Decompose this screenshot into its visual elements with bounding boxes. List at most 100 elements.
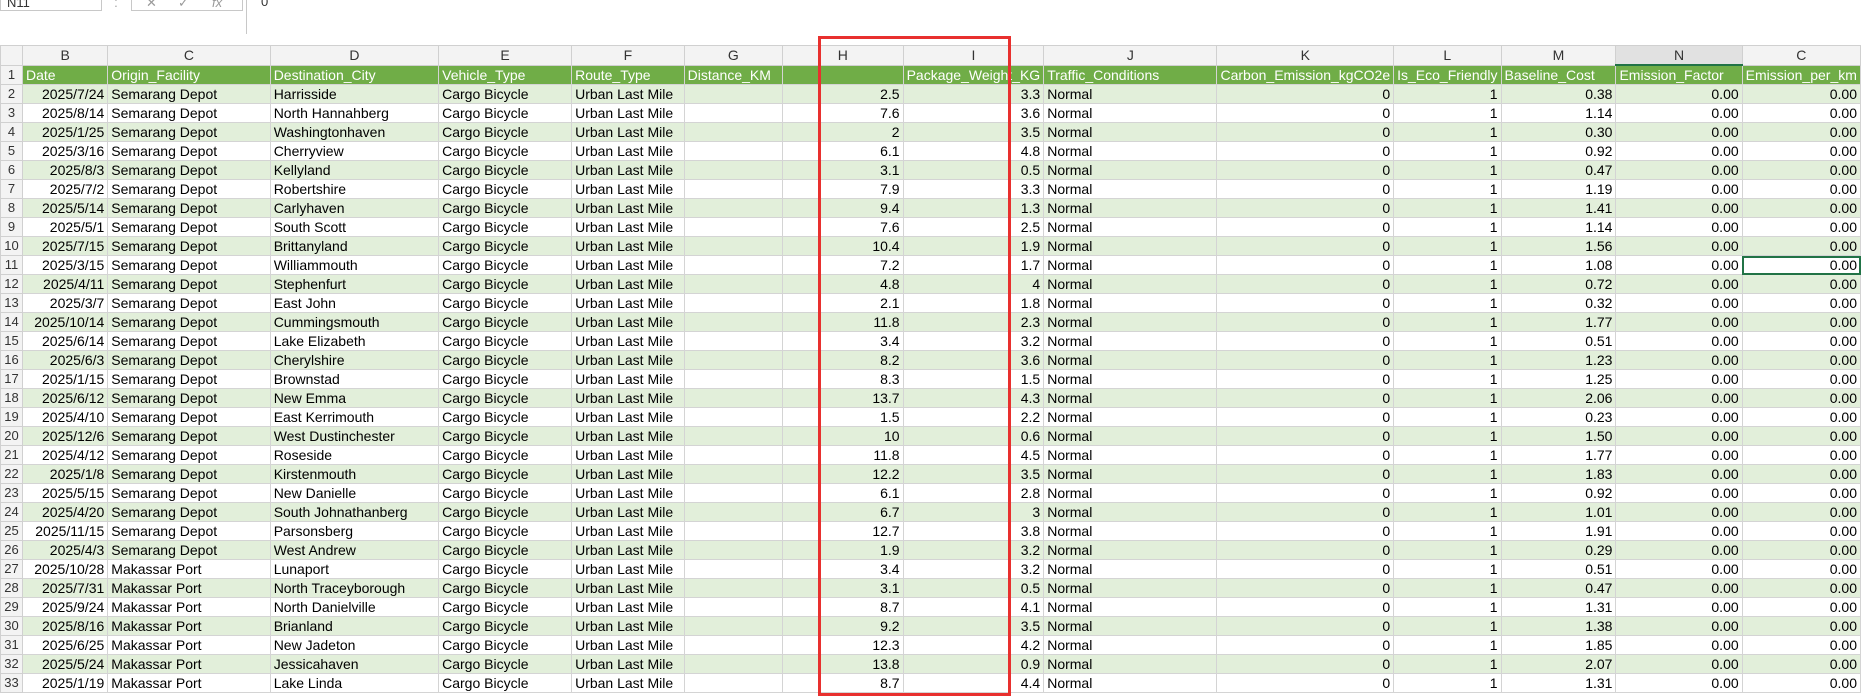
table-cell[interactable]: 7.9 bbox=[781, 179, 904, 199]
table-cell[interactable] bbox=[683, 293, 783, 313]
table-cell[interactable] bbox=[683, 635, 783, 655]
table-cell[interactable] bbox=[683, 350, 783, 370]
row-number[interactable]: 24 bbox=[0, 502, 24, 522]
table-cell[interactable]: 1 bbox=[1393, 388, 1502, 408]
table-cell[interactable]: Urban Last Mile bbox=[571, 388, 685, 408]
table-cell[interactable]: 0.00 bbox=[1615, 103, 1743, 123]
table-cell[interactable] bbox=[683, 654, 783, 674]
table-cell[interactable]: Cargo Bicycle bbox=[438, 350, 573, 370]
table-cell[interactable]: 0.00 bbox=[1741, 635, 1861, 655]
row-number[interactable]: 28 bbox=[0, 578, 24, 598]
table-cell[interactable] bbox=[683, 597, 783, 617]
table-cell[interactable]: 0.9 bbox=[902, 654, 1045, 674]
table-cell[interactable]: 2025/5/15 bbox=[22, 483, 109, 503]
table-cell[interactable]: Normal bbox=[1043, 331, 1218, 351]
table-cell[interactable]: Urban Last Mile bbox=[571, 103, 685, 123]
table-cell[interactable]: 8.7 bbox=[781, 673, 904, 693]
table-cell[interactable]: 1 bbox=[1393, 103, 1502, 123]
table-cell[interactable]: 2025/4/10 bbox=[22, 407, 109, 427]
table-cell[interactable]: 0 bbox=[1216, 198, 1395, 218]
header-cell[interactable] bbox=[781, 64, 904, 85]
header-cell[interactable]: Vehicle_Type bbox=[438, 64, 573, 85]
table-cell[interactable]: 0.00 bbox=[1741, 369, 1861, 389]
table-cell[interactable]: Urban Last Mile bbox=[571, 331, 685, 351]
column-header[interactable]: D bbox=[269, 45, 440, 66]
table-cell[interactable]: Urban Last Mile bbox=[571, 521, 685, 541]
table-cell[interactable]: 3.6 bbox=[902, 103, 1045, 123]
table-cell[interactable]: 2025/10/14 bbox=[22, 312, 109, 332]
table-cell[interactable]: 0 bbox=[1216, 464, 1395, 484]
table-cell[interactable]: 0.00 bbox=[1741, 198, 1861, 218]
table-cell[interactable]: 2025/11/15 bbox=[22, 521, 109, 541]
header-cell[interactable]: Carbon_Emission_kgCO2e bbox=[1216, 64, 1395, 85]
table-cell[interactable]: Semarang Depot bbox=[107, 293, 271, 313]
table-cell[interactable] bbox=[683, 521, 783, 541]
table-cell[interactable]: Semarang Depot bbox=[107, 274, 271, 294]
table-cell[interactable]: 0 bbox=[1216, 540, 1395, 560]
table-cell[interactable]: Semarang Depot bbox=[107, 122, 271, 142]
table-cell[interactable]: Urban Last Mile bbox=[571, 217, 685, 237]
table-cell[interactable]: 1 bbox=[1393, 616, 1502, 636]
column-header[interactable]: I bbox=[902, 45, 1045, 66]
table-cell[interactable]: Semarang Depot bbox=[107, 198, 271, 218]
table-cell[interactable]: New Emma bbox=[269, 388, 440, 408]
row-number[interactable]: 10 bbox=[0, 236, 24, 256]
table-cell[interactable]: Cargo Bicycle bbox=[438, 540, 573, 560]
table-cell[interactable]: 0.00 bbox=[1615, 274, 1743, 294]
table-cell[interactable]: North Hannahberg bbox=[269, 103, 440, 123]
table-cell[interactable]: 1.85 bbox=[1500, 635, 1617, 655]
table-cell[interactable]: Cargo Bicycle bbox=[438, 635, 573, 655]
table-cell[interactable]: 1 bbox=[1393, 84, 1502, 104]
table-cell[interactable]: Urban Last Mile bbox=[571, 369, 685, 389]
table-cell[interactable]: 1.01 bbox=[1500, 502, 1617, 522]
table-cell[interactable]: 0.00 bbox=[1615, 331, 1743, 351]
table-cell[interactable]: 7.2 bbox=[781, 255, 904, 275]
table-cell[interactable]: 0.00 bbox=[1741, 502, 1861, 522]
table-cell[interactable]: 1 bbox=[1393, 559, 1502, 579]
table-cell[interactable]: 2025/1/15 bbox=[22, 369, 109, 389]
table-cell[interactable]: 0.47 bbox=[1500, 578, 1617, 598]
table-cell[interactable]: 0.00 bbox=[1741, 654, 1861, 674]
table-cell[interactable]: 2025/5/14 bbox=[22, 198, 109, 218]
table-cell[interactable]: Cargo Bicycle bbox=[438, 141, 573, 161]
table-cell[interactable]: Urban Last Mile bbox=[571, 293, 685, 313]
table-cell[interactable]: 2025/7/2 bbox=[22, 179, 109, 199]
table-cell[interactable]: 0.00 bbox=[1741, 407, 1861, 427]
table-cell[interactable]: 9.2 bbox=[781, 616, 904, 636]
table-cell[interactable]: New Jadeton bbox=[269, 635, 440, 655]
table-cell[interactable] bbox=[683, 255, 783, 275]
table-cell[interactable]: 2.5 bbox=[902, 217, 1045, 237]
table-cell[interactable]: 1.14 bbox=[1500, 217, 1617, 237]
table-cell[interactable]: 1.9 bbox=[781, 540, 904, 560]
table-cell[interactable]: 0.00 bbox=[1741, 331, 1861, 351]
table-cell[interactable]: Normal bbox=[1043, 616, 1218, 636]
table-cell[interactable]: Normal bbox=[1043, 483, 1218, 503]
table-cell[interactable]: 0.00 bbox=[1615, 160, 1743, 180]
row-number[interactable]: 11 bbox=[0, 255, 24, 275]
table-cell[interactable]: 0 bbox=[1216, 635, 1395, 655]
table-cell[interactable]: 7.6 bbox=[781, 103, 904, 123]
table-cell[interactable] bbox=[683, 483, 783, 503]
table-cell[interactable]: 1.77 bbox=[1500, 312, 1617, 332]
table-cell[interactable]: South Scott bbox=[269, 217, 440, 237]
table-cell[interactable]: Cargo Bicycle bbox=[438, 293, 573, 313]
table-cell[interactable]: 1.3 bbox=[902, 198, 1045, 218]
table-cell[interactable]: 1 bbox=[1393, 483, 1502, 503]
row-number[interactable]: 6 bbox=[0, 160, 24, 180]
table-cell[interactable]: 3 bbox=[902, 502, 1045, 522]
table-cell[interactable]: 0.92 bbox=[1500, 483, 1617, 503]
table-cell[interactable]: Normal bbox=[1043, 217, 1218, 237]
table-cell[interactable]: 0.00 bbox=[1615, 141, 1743, 161]
table-cell[interactable]: Semarang Depot bbox=[107, 407, 271, 427]
column-header[interactable]: H bbox=[781, 45, 904, 66]
enter-icon[interactable]: ✓ bbox=[178, 0, 189, 11]
table-cell[interactable]: Roseside bbox=[269, 445, 440, 465]
table-cell[interactable] bbox=[683, 179, 783, 199]
table-cell[interactable]: 2.07 bbox=[1500, 654, 1617, 674]
table-cell[interactable]: 2025/8/14 bbox=[22, 103, 109, 123]
table-cell[interactable] bbox=[683, 84, 783, 104]
table-cell[interactable]: Normal bbox=[1043, 274, 1218, 294]
column-header[interactable]: G bbox=[683, 45, 783, 66]
table-cell[interactable]: Urban Last Mile bbox=[571, 160, 685, 180]
table-cell[interactable]: Cargo Bicycle bbox=[438, 616, 573, 636]
